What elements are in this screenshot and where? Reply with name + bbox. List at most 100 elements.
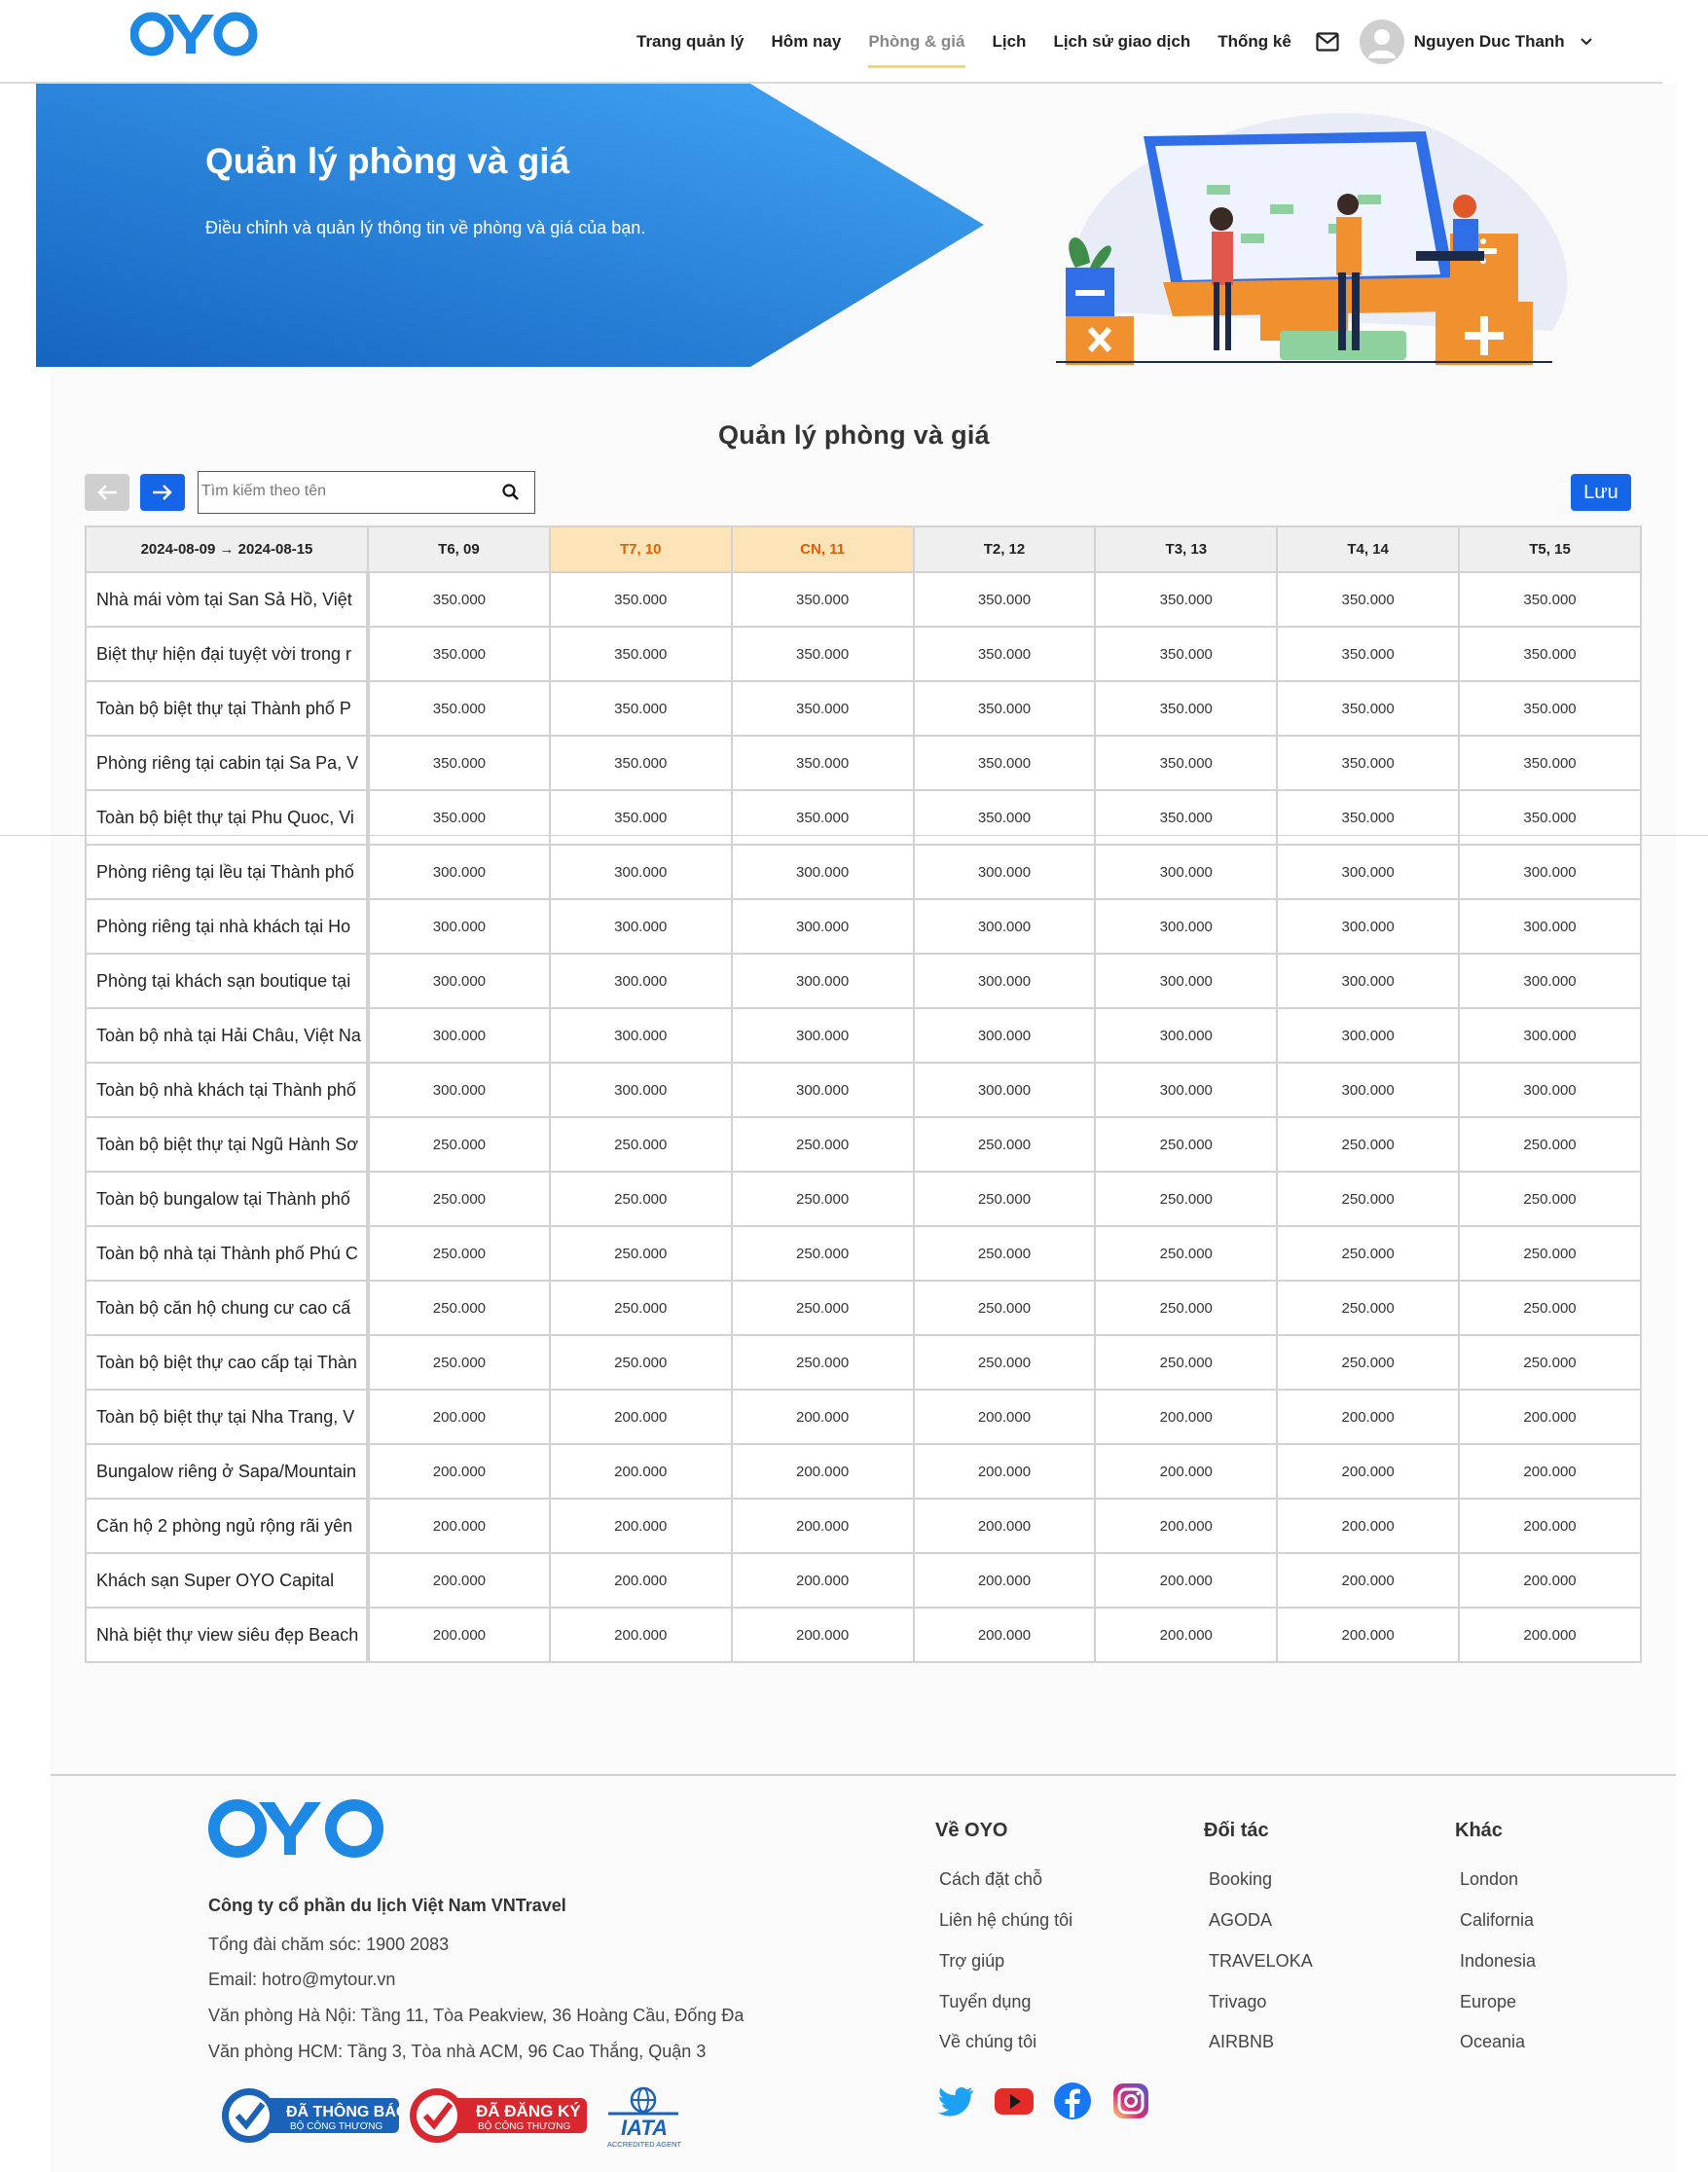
- price-cell[interactable]: 250.000: [1458, 1280, 1642, 1336]
- price-cell[interactable]: 200.000: [367, 1552, 551, 1609]
- price-cell[interactable]: 200.000: [1276, 1498, 1461, 1554]
- instagram-icon[interactable]: [1110, 2081, 1151, 2121]
- room-name-cell[interactable]: Toàn bộ biệt thự tại Phu Quoc, Vi: [85, 789, 370, 846]
- price-cell[interactable]: 300.000: [1458, 953, 1642, 1009]
- price-cell[interactable]: 250.000: [1094, 1171, 1279, 1227]
- price-cell[interactable]: 200.000: [912, 1498, 1097, 1554]
- price-cell[interactable]: 300.000: [1094, 953, 1279, 1009]
- price-cell[interactable]: 200.000: [1094, 1443, 1279, 1500]
- price-cell[interactable]: 350.000: [548, 571, 733, 628]
- footer-link-trivago[interactable]: Trivago: [1209, 1992, 1266, 2012]
- price-cell[interactable]: 350.000: [1458, 571, 1642, 628]
- price-cell[interactable]: 300.000: [1458, 1062, 1642, 1118]
- price-cell[interactable]: 250.000: [367, 1280, 551, 1336]
- price-cell[interactable]: 300.000: [912, 953, 1097, 1009]
- price-cell[interactable]: 200.000: [730, 1552, 915, 1609]
- room-name-cell[interactable]: Toàn bộ biệt thự cao cấp tại Thàn: [85, 1334, 370, 1391]
- price-cell[interactable]: 200.000: [548, 1443, 733, 1500]
- price-cell[interactable]: 300.000: [912, 844, 1097, 900]
- price-cell[interactable]: 200.000: [367, 1607, 551, 1663]
- facebook-icon[interactable]: [1052, 2081, 1093, 2121]
- price-cell[interactable]: 300.000: [1276, 953, 1461, 1009]
- price-cell[interactable]: 350.000: [1094, 680, 1279, 737]
- twitter-icon[interactable]: [936, 2081, 977, 2121]
- room-name-cell[interactable]: Toàn bộ nhà khách tại Thành phố: [85, 1062, 370, 1118]
- price-cell[interactable]: 350.000: [1094, 789, 1279, 846]
- room-name-cell[interactable]: Căn hộ 2 phòng ngủ rộng rãi yên: [85, 1498, 370, 1554]
- footer-oyo-logo[interactable]: [208, 1796, 385, 1865]
- price-cell[interactable]: 300.000: [367, 1062, 551, 1118]
- price-cell[interactable]: 350.000: [1276, 626, 1461, 682]
- price-cell[interactable]: 300.000: [730, 844, 915, 900]
- iata-badge[interactable]: IATA ACCREDITED AGENT: [602, 2086, 686, 2149]
- price-cell[interactable]: 350.000: [367, 626, 551, 682]
- price-cell[interactable]: 300.000: [1276, 844, 1461, 900]
- room-name-cell[interactable]: Bungalow riêng ở Sapa/Mountain: [85, 1443, 370, 1500]
- price-cell[interactable]: 350.000: [367, 571, 551, 628]
- price-cell[interactable]: 300.000: [1276, 1062, 1461, 1118]
- footer-link-agoda[interactable]: AGODA: [1209, 1910, 1272, 1931]
- price-cell[interactable]: 300.000: [1094, 1062, 1279, 1118]
- footer-link-booking-guide[interactable]: Cách đặt chỗ: [939, 1869, 1042, 1890]
- price-cell[interactable]: 350.000: [548, 735, 733, 791]
- price-cell[interactable]: 300.000: [1094, 1007, 1279, 1064]
- price-cell[interactable]: 200.000: [1276, 1443, 1461, 1500]
- price-cell[interactable]: 200.000: [548, 1389, 733, 1445]
- price-cell[interactable]: 300.000: [730, 953, 915, 1009]
- price-cell[interactable]: 200.000: [367, 1443, 551, 1500]
- price-cell[interactable]: 350.000: [912, 789, 1097, 846]
- price-cell[interactable]: 350.000: [548, 680, 733, 737]
- price-cell[interactable]: 350.000: [367, 735, 551, 791]
- room-name-cell[interactable]: Toàn bộ biệt thự tại Thành phố P: [85, 680, 370, 737]
- footer-link-booking[interactable]: Booking: [1209, 1869, 1272, 1890]
- price-cell[interactable]: 250.000: [1276, 1334, 1461, 1391]
- price-cell[interactable]: 350.000: [730, 571, 915, 628]
- price-cell[interactable]: 300.000: [730, 1062, 915, 1118]
- price-cell[interactable]: 200.000: [548, 1607, 733, 1663]
- mail-icon[interactable]: [1313, 27, 1342, 56]
- price-cell[interactable]: 200.000: [730, 1389, 915, 1445]
- oyo-logo[interactable]: [129, 10, 259, 63]
- price-cell[interactable]: 200.000: [367, 1389, 551, 1445]
- price-cell[interactable]: 200.000: [1458, 1389, 1642, 1445]
- price-cell[interactable]: 200.000: [730, 1607, 915, 1663]
- price-cell[interactable]: 250.000: [1276, 1225, 1461, 1282]
- price-cell[interactable]: 300.000: [912, 1007, 1097, 1064]
- nav-dashboard[interactable]: Trang quản lý: [623, 0, 758, 84]
- price-cell[interactable]: 200.000: [1094, 1552, 1279, 1609]
- footer-link-traveloka[interactable]: TRAVELOKA: [1209, 1951, 1313, 1972]
- room-name-cell[interactable]: Phòng tại khách sạn boutique tại: [85, 953, 370, 1009]
- price-cell[interactable]: 200.000: [1094, 1389, 1279, 1445]
- footer-link-about[interactable]: Về chúng tôi: [939, 2032, 1036, 2052]
- footer-link-help[interactable]: Trợ giúp: [939, 1951, 1004, 1972]
- price-cell[interactable]: 350.000: [548, 626, 733, 682]
- price-cell[interactable]: 350.000: [1276, 789, 1461, 846]
- price-cell[interactable]: 250.000: [1094, 1280, 1279, 1336]
- room-name-cell[interactable]: Phòng riêng tại cabin tại Sa Pa, V: [85, 735, 370, 791]
- price-cell[interactable]: 300.000: [730, 1007, 915, 1064]
- price-cell[interactable]: 250.000: [1276, 1171, 1461, 1227]
- registered-notice-badge[interactable]: ĐÃ THÔNG BÁO BỘ CÔNG THƯƠNG: [220, 2086, 408, 2145]
- price-cell[interactable]: 200.000: [1458, 1498, 1642, 1554]
- room-name-cell[interactable]: Toàn bộ nhà tại Hải Châu, Việt Na: [85, 1007, 370, 1064]
- price-cell[interactable]: 300.000: [1276, 898, 1461, 955]
- price-cell[interactable]: 300.000: [912, 898, 1097, 955]
- price-cell[interactable]: 250.000: [1458, 1334, 1642, 1391]
- price-cell[interactable]: 250.000: [548, 1280, 733, 1336]
- nav-calendar[interactable]: Lịch: [979, 0, 1040, 84]
- price-cell[interactable]: 350.000: [912, 626, 1097, 682]
- price-cell[interactable]: 300.000: [548, 1007, 733, 1064]
- price-cell[interactable]: 250.000: [1458, 1171, 1642, 1227]
- price-cell[interactable]: 200.000: [912, 1443, 1097, 1500]
- price-cell[interactable]: 200.000: [1094, 1607, 1279, 1663]
- price-cell[interactable]: 200.000: [730, 1498, 915, 1554]
- price-cell[interactable]: 350.000: [1458, 626, 1642, 682]
- room-name-cell[interactable]: Nhà biệt thự view siêu đẹp Beach: [85, 1607, 370, 1663]
- price-cell[interactable]: 250.000: [1094, 1116, 1279, 1173]
- price-cell[interactable]: 350.000: [912, 680, 1097, 737]
- footer-link-contact[interactable]: Liên hệ chúng tôi: [939, 1910, 1072, 1931]
- price-cell[interactable]: 300.000: [1094, 898, 1279, 955]
- room-name-cell[interactable]: Toàn bộ biệt thự tại Ngũ Hành Sơ: [85, 1116, 370, 1173]
- nav-rooms-prices[interactable]: Phòng & giá: [854, 0, 978, 84]
- price-cell[interactable]: 200.000: [1276, 1389, 1461, 1445]
